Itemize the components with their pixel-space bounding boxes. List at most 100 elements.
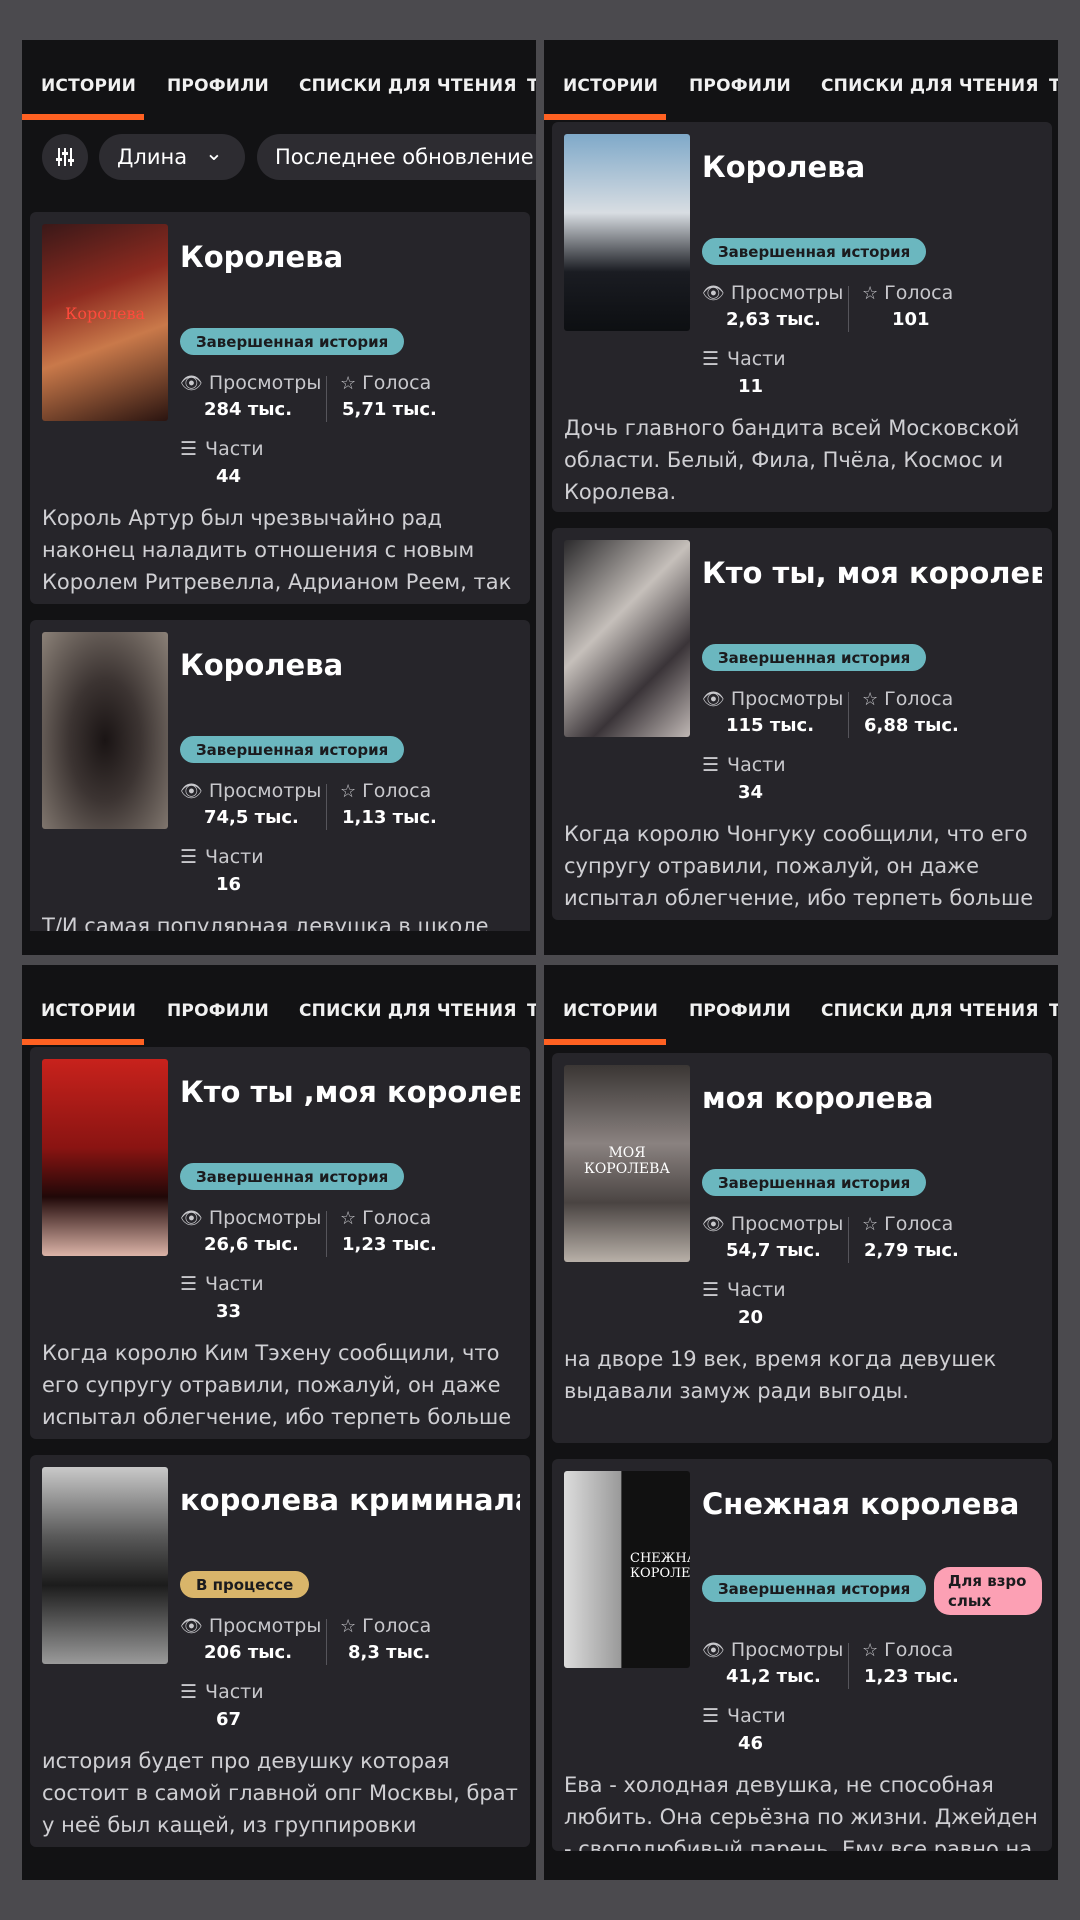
stat-divider [848, 1643, 849, 1689]
tab-stories[interactable]: ИСТОРИИ [563, 76, 658, 96]
votes-count: 2,79 тыс. [864, 1240, 959, 1261]
tab-more[interactable]: Т [1049, 76, 1058, 96]
views-count: 284 тыс. [204, 399, 293, 420]
views-label: 👁 Просмотры [180, 780, 321, 802]
parts-count: 34 [738, 782, 764, 803]
tab-active-indicator [544, 1039, 666, 1045]
sort-filter-button[interactable]: Последнее обновление [257, 134, 536, 180]
views-label: 👁 Просмотры [180, 1207, 321, 1229]
votes-label: ☆ Голоса [862, 282, 953, 304]
story-cover-image: СНЕЖНАЯ КОРОЛЕВА [564, 1471, 690, 1668]
list-icon: ☰ [702, 1279, 720, 1301]
story-title[interactable]: Снежная королева [702, 1487, 1042, 1521]
eye-icon: 👁 [180, 781, 203, 802]
tab-bar: ИСТОРИИ ПРОФИЛИ СПИСКИ ДЛЯ ЧТЕНИЯ Т [22, 40, 536, 120]
bottom-nav-bar [22, 931, 536, 955]
votes-label: ☆ Голоса [862, 688, 953, 710]
story-title[interactable]: Королева [702, 150, 1042, 184]
parts-label: ☰ Части [702, 348, 786, 370]
story-description: на дворе 19 век, время когда девушек выд… [564, 1347, 997, 1403]
tab-reading-lists[interactable]: СПИСКИ ДЛЯ ЧТЕНИЯ [821, 1001, 1039, 1021]
bottom-nav-bar [544, 1856, 1058, 1880]
stat-divider [848, 1217, 849, 1263]
mature-content-badge: Для взро слых [934, 1567, 1042, 1615]
tab-bar: ИСТОРИИ ПРОФИЛИ СПИСКИ ДЛЯ ЧТЕНИЯ Т [544, 965, 1058, 1045]
stat-divider [326, 784, 327, 830]
parts-label: ☰ Части [180, 1681, 264, 1703]
votes-label-text: Голоса [362, 372, 432, 394]
views-count: 2,63 тыс. [726, 309, 821, 330]
story-title[interactable]: Королева [180, 648, 520, 682]
parts-label-text: Части [727, 348, 786, 370]
tab-reading-lists[interactable]: СПИСКИ ДЛЯ ЧТЕНИЯ [299, 1001, 517, 1021]
story-cover-image: Королева [42, 224, 168, 421]
story-card[interactable]: Королева Завершенная история 👁 Просмотры … [552, 122, 1052, 512]
views-label-text: Просмотры [208, 1207, 322, 1229]
tab-more[interactable]: Т [527, 1001, 536, 1021]
story-title[interactable]: Кто ты ,моя королева? [180, 1075, 520, 1109]
tab-profiles[interactable]: ПРОФИЛИ [167, 1001, 269, 1021]
star-icon: ☆ [862, 283, 879, 304]
tab-profiles[interactable]: ПРОФИЛИ [689, 1001, 791, 1021]
story-title[interactable]: Королева [180, 240, 520, 274]
story-card[interactable]: Королева Королева Завершенная история 👁 П… [30, 212, 530, 604]
stat-divider [848, 286, 849, 332]
parts-label: ☰ Части [702, 754, 786, 776]
tab-more[interactable]: Т [527, 76, 536, 96]
parts-label: ☰ Части [180, 438, 264, 460]
star-icon: ☆ [862, 1640, 879, 1661]
stat-divider [326, 1619, 327, 1665]
filter-sliders-icon[interactable] [42, 134, 88, 180]
parts-label: ☰ Части [702, 1279, 786, 1301]
cover-title-text: МОЯ КОРОЛЕВА [583, 1145, 670, 1177]
votes-label-text: Голоса [884, 282, 954, 304]
parts-count: 46 [738, 1733, 764, 1754]
story-title[interactable]: Кто ты, моя королева? [702, 556, 1042, 590]
tab-active-indicator [22, 1039, 144, 1045]
tab-profiles[interactable]: ПРОФИЛИ [689, 76, 791, 96]
bottom-nav-bar [22, 1856, 536, 1880]
tab-stories[interactable]: ИСТОРИИ [41, 1001, 136, 1021]
story-card[interactable]: королева криминала В процессе 👁 Просмотры… [30, 1455, 530, 1847]
votes-label: ☆ Голоса [340, 780, 431, 802]
story-card[interactable]: Кто ты, моя королева? Завершенная истори… [552, 528, 1052, 920]
tab-stories[interactable]: ИСТОРИИ [563, 1001, 658, 1021]
status-badge: Завершенная история [180, 736, 405, 763]
story-card[interactable]: Кто ты ,моя королева? Завершенная истори… [30, 1047, 530, 1439]
views-count: 41,2 тыс. [726, 1666, 821, 1687]
status-badge: Завершенная история [702, 1575, 927, 1602]
views-label: 👁 Просмотры [702, 282, 843, 304]
views-label: 👁 Просмотры [702, 1639, 843, 1661]
parts-label-text: Части [205, 438, 264, 460]
story-title[interactable]: моя королева [702, 1081, 1042, 1115]
views-label: 👁 Просмотры [702, 688, 843, 710]
star-icon: ☆ [340, 1208, 357, 1229]
votes-label-text: Голоса [362, 780, 432, 802]
story-card[interactable]: СНЕЖНАЯ КОРОЛЕВА Снежная королева Заверш… [552, 1459, 1052, 1851]
length-filter-button[interactable]: Длина ⌄ [99, 134, 245, 180]
stat-divider [848, 692, 849, 738]
views-label-text: Просмотры [208, 780, 322, 802]
tab-more[interactable]: Т [1049, 1001, 1058, 1021]
views-count: 74,5 тыс. [204, 807, 299, 828]
status-badge: В процессе [180, 1571, 310, 1598]
tab-reading-lists[interactable]: СПИСКИ ДЛЯ ЧТЕНИЯ [299, 76, 517, 96]
story-card[interactable]: Королева Завершенная история 👁 Просмотры … [30, 620, 530, 950]
tab-profiles[interactable]: ПРОФИЛИ [167, 76, 269, 96]
story-card[interactable]: МОЯ КОРОЛЕВА моя королева Завершенная ис… [552, 1053, 1052, 1443]
votes-label: ☆ Голоса [340, 372, 431, 394]
tab-reading-lists[interactable]: СПИСКИ ДЛЯ ЧТЕНИЯ [821, 76, 1039, 96]
tab-stories[interactable]: ИСТОРИИ [41, 76, 136, 96]
votes-label-text: Голоса [362, 1207, 432, 1229]
tab-active-indicator [544, 114, 666, 120]
parts-count: 33 [216, 1301, 242, 1322]
views-label-text: Просмотры [730, 282, 844, 304]
story-cover-image [42, 1467, 168, 1664]
story-title[interactable]: королева криминала [180, 1483, 520, 1517]
story-cover-image [42, 1059, 168, 1256]
votes-label: ☆ Голоса [340, 1615, 431, 1637]
views-label: 👁 Просмотры [180, 1615, 321, 1637]
votes-label-text: Голоса [884, 1639, 954, 1661]
star-icon: ☆ [862, 1214, 879, 1235]
parts-label-text: Части [727, 754, 786, 776]
